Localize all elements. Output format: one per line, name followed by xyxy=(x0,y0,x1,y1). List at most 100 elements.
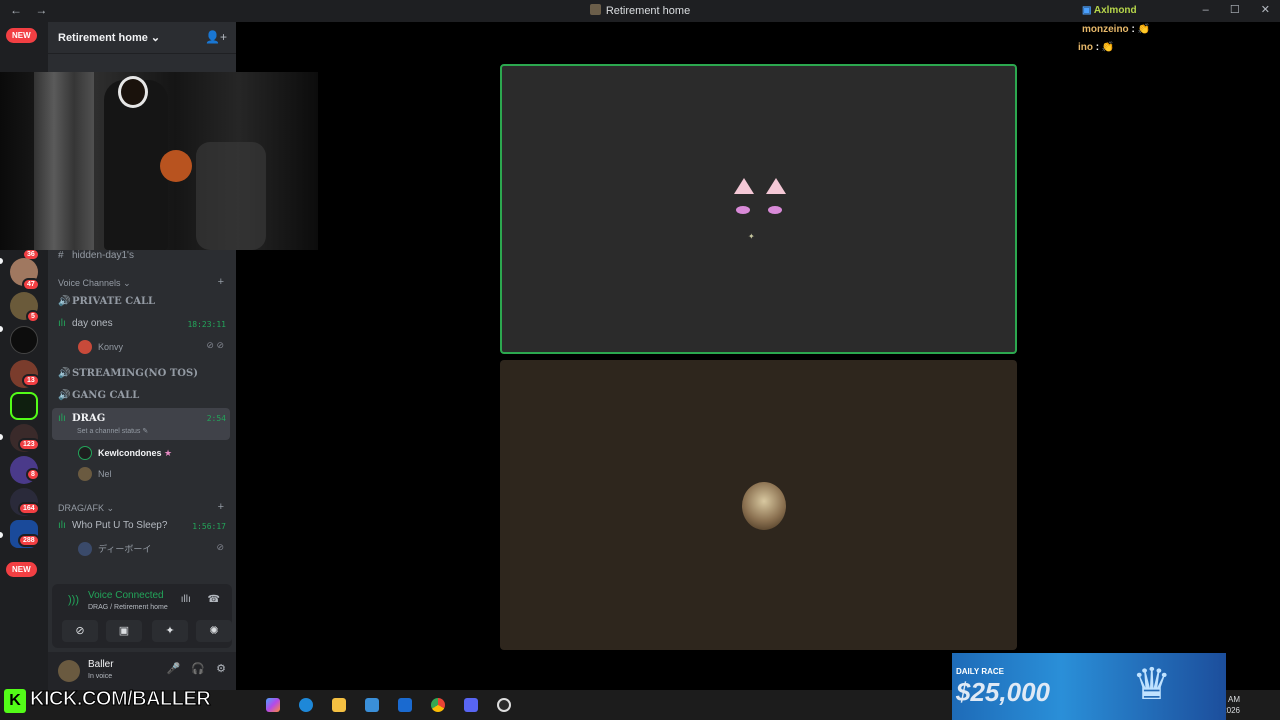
add-channel-icon[interactable]: + xyxy=(218,276,224,288)
gear-icon[interactable]: ⚙ xyxy=(216,663,226,675)
chat-text: 👏 xyxy=(1101,42,1115,53)
voice-action-row: ⊘ ▣ ✦ ✺ xyxy=(56,620,232,642)
new-pill[interactable]: NEW xyxy=(6,28,37,43)
unread-badge: 5 xyxy=(26,310,40,323)
maximize-button[interactable]: ☐ xyxy=(1230,4,1240,16)
channel-name: PRIVATE CALL xyxy=(72,296,156,307)
crown-icon: ♛ xyxy=(1132,660,1172,709)
voice-channel-path[interactable]: DRAG / Retirement home xyxy=(88,604,168,611)
user-name: Konvy xyxy=(98,342,124,352)
outlook-icon[interactable] xyxy=(398,698,412,712)
copilot-icon[interactable] xyxy=(266,698,280,712)
voice-channel-drag[interactable]: ılı DRAG xyxy=(58,413,105,424)
live-audio-icon: ılı xyxy=(58,520,66,531)
server-name[interactable]: Retirement home ⌄ xyxy=(58,31,160,44)
chat-text: 👏 xyxy=(1137,24,1151,35)
call-duration: 1:56:17 xyxy=(192,522,226,531)
unread-badge: 123 xyxy=(18,438,40,451)
channel-status[interactable]: Set a channel status ✎ xyxy=(77,427,148,435)
speaker-icon: 🔊 xyxy=(58,368,71,379)
chat-message: ino : 👏 xyxy=(1078,42,1115,53)
category-voice-channels[interactable]: Voice Channels ⌄ xyxy=(58,278,131,289)
voice-user-nel[interactable]: Nel xyxy=(78,467,112,481)
user-status: In voice xyxy=(88,673,113,680)
server-icon[interactable] xyxy=(10,326,38,354)
folder-icon[interactable] xyxy=(332,698,346,712)
voice-channel-who-put-u-to-sleep[interactable]: ılı Who Put U To Sleep? xyxy=(58,520,167,531)
voice-channel-day-ones[interactable]: ılı day ones xyxy=(58,318,113,329)
headphones-icon[interactable]: 🎧 xyxy=(191,663,205,675)
kick-url: KICK.COM/BALLER xyxy=(29,688,211,711)
chevron-down-icon: ⌄ xyxy=(123,278,131,288)
call-duration: 2:54 xyxy=(206,414,226,423)
live-audio-icon: ılı xyxy=(58,318,66,329)
voice-user-kewlcondones[interactable]: Kewlcondones ★ xyxy=(78,446,172,460)
sparkle-icon: ✦ xyxy=(748,232,755,241)
avatar xyxy=(78,542,92,556)
unread-badge: 8 xyxy=(26,468,40,481)
avatar xyxy=(78,446,92,460)
obs-icon[interactable] xyxy=(497,698,511,712)
voice-channel-streaming[interactable]: 🔊 STREAMING(NO TOS) xyxy=(58,368,198,379)
new-pill[interactable]: NEW xyxy=(6,562,37,577)
call-tile[interactable] xyxy=(500,360,1017,650)
call-duration: 18:23:11 xyxy=(187,320,226,329)
avatar xyxy=(78,340,92,354)
edge-icon[interactable] xyxy=(299,698,313,712)
channel-name: Who Put U To Sleep? xyxy=(72,520,168,531)
server-icon xyxy=(589,4,601,15)
kick-server-icon[interactable] xyxy=(10,392,38,420)
cat-blush xyxy=(736,206,750,214)
discord-icon[interactable] xyxy=(464,698,478,712)
avatar xyxy=(78,467,92,481)
add-channel-icon[interactable]: + xyxy=(218,501,224,513)
signal-icon[interactable]: ))) xyxy=(68,594,79,606)
chat-username: ino xyxy=(1078,42,1093,53)
kick-url-banner: K KICK.COM/BALLER xyxy=(0,686,240,716)
category-drag-afk[interactable]: DRAG/AFK ⌄ xyxy=(58,503,114,514)
voice-channel-private-call[interactable]: 🔊 PRIVATE CALL xyxy=(58,296,155,307)
close-button[interactable]: ✕ xyxy=(1261,4,1270,16)
pencil-icon: ✎ xyxy=(142,428,149,435)
user-name: Kewlcondones xyxy=(98,448,162,458)
channel-status-text: Set a channel status xyxy=(77,428,141,435)
call-tile-speaking[interactable]: ✦ xyxy=(500,64,1017,354)
category-label: DRAG/AFK xyxy=(58,503,105,513)
chrome-icon[interactable] xyxy=(431,698,445,712)
store-icon[interactable] xyxy=(365,698,379,712)
daily-race-promo: DAILY RACE $25,000 ♛ xyxy=(952,653,1226,720)
minimize-button[interactable]: – xyxy=(1203,4,1209,16)
channel-name: STREAMING(NO TOS) xyxy=(72,368,198,379)
unread-badge: 288 xyxy=(18,534,40,547)
voice-status[interactable]: Voice Connected xyxy=(88,590,164,601)
text-channel-hidden-day1s[interactable]: # hidden-day1's xyxy=(58,250,134,261)
channel-name: hidden-day1's xyxy=(72,250,134,261)
nitro-badge-icon: ★ xyxy=(164,448,173,458)
server-name-text: Retirement home xyxy=(58,32,148,44)
noise-suppression-icon[interactable]: ıllı xyxy=(181,594,191,605)
voice-user-konvy[interactable]: Konvy xyxy=(78,340,123,354)
camera-off-button[interactable]: ⊘ xyxy=(62,620,98,642)
user-name[interactable]: Baller xyxy=(88,659,114,670)
disconnect-icon[interactable]: ☎ xyxy=(208,594,220,605)
activities-button[interactable]: ✦ xyxy=(152,620,188,642)
voice-user-deeboy[interactable]: ディーボーイ xyxy=(78,542,151,556)
share-screen-button[interactable]: ▣ xyxy=(106,620,142,642)
webcam-chair xyxy=(196,142,266,250)
chat-username: Axlmond xyxy=(1093,5,1137,16)
voice-channel-gang-call[interactable]: 🔊 GANG CALL xyxy=(58,390,139,401)
chevron-down-icon: ⌄ xyxy=(150,32,161,44)
unread-pip xyxy=(0,434,3,440)
server-header[interactable]: Retirement home ⌄ 👤+ xyxy=(48,22,236,54)
unread-badge: 47 xyxy=(22,278,40,291)
unread-badge: 164 xyxy=(18,502,40,515)
chat-message: ▣ Axlmond xyxy=(1082,5,1137,16)
cat-blush xyxy=(768,206,782,214)
avatar[interactable] xyxy=(58,660,80,682)
window-controls: – ☐ ✕ xyxy=(1185,3,1270,16)
invite-people-icon[interactable]: 👤+ xyxy=(205,30,227,44)
cat-ear xyxy=(734,178,754,194)
soundboard-button[interactable]: ✺ xyxy=(196,620,232,642)
microphone-icon[interactable]: 🎤 xyxy=(167,663,181,675)
user-avatar xyxy=(742,482,786,530)
